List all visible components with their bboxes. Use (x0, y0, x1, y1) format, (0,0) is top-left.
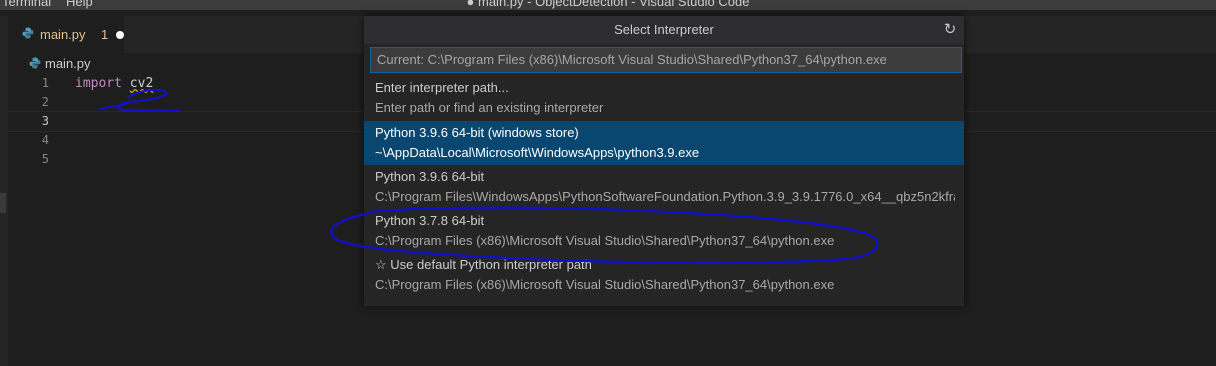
item-detail: C:\Program Files\WindowsApps\PythonSoftw… (375, 189, 955, 204)
refresh-icon[interactable]: ↻ (942, 22, 958, 38)
star-icon: ☆ (375, 257, 387, 272)
line-number: 5 (41, 152, 49, 166)
item-label: Python 3.7.8 64-bit (375, 213, 485, 228)
item-detail: ~\AppData\Local\Microsoft\WindowsApps\py… (375, 145, 700, 160)
tab-label: main.py (40, 27, 86, 42)
python-icon (29, 57, 41, 69)
line-number: 1 (41, 76, 49, 90)
quick-pick-header: Select Interpreter ↻ (364, 16, 964, 44)
line-number: 2 (41, 95, 49, 109)
keyword-import: import (75, 76, 122, 91)
python-icon (22, 27, 34, 39)
unsaved-dot-icon[interactable] (116, 31, 124, 39)
activity-strip (0, 53, 8, 366)
tab-main-py[interactable]: main.py 1 (8, 16, 124, 53)
code-text: import cv2 (75, 74, 153, 93)
interpreter-search-input[interactable]: Current: C:\Program Files (x86)\Microsof… (370, 47, 962, 73)
strip-marker (0, 193, 6, 213)
item-detail: Enter path or find an existing interpret… (375, 100, 604, 115)
item-detail: C:\Program Files (x86)\Microsoft Visual … (375, 277, 835, 292)
quick-pick-item-enter-path[interactable]: Enter interpreter path... Enter path or … (364, 76, 964, 120)
window-title: ● main.py - ObjectDetection - Visual Stu… (466, 0, 750, 9)
title-bar: Terminal Help ● main.py - ObjectDetectio… (0, 0, 1216, 10)
problem-count-badge: 1 (101, 27, 109, 42)
quick-pick-item-python-396-store[interactable]: Python 3.9.6 64-bit (windows store) ~\Ap… (364, 121, 964, 165)
quick-pick-item-python-396[interactable]: Python 3.9.6 64-bit C:\Program Files\Win… (364, 165, 964, 209)
item-label: Python 3.9.6 64-bit (windows store) (375, 125, 579, 140)
quick-pick-title: Select Interpreter (614, 22, 714, 37)
line-number: 4 (41, 133, 49, 147)
input-placeholder: Current: C:\Program Files (x86)\Microsof… (377, 52, 887, 67)
item-label: Python 3.9.6 64-bit (375, 169, 485, 184)
item-label-row: ☆ Use default Python interpreter path (375, 257, 592, 273)
item-label: Use default Python interpreter path (390, 257, 592, 272)
line-number: 3 (41, 114, 49, 128)
item-label: Enter interpreter path... (375, 80, 509, 95)
quick-pick-item-default-path[interactable]: ☆ Use default Python interpreter path C:… (364, 253, 964, 297)
item-detail: C:\Program Files (x86)\Microsoft Visual … (375, 233, 835, 248)
module-name: cv2 (129, 76, 154, 91)
select-interpreter-quick-pick: Select Interpreter ↻ Current: C:\Program… (364, 16, 964, 306)
breadcrumb-file: main.py (45, 56, 91, 71)
quick-pick-item-python-378[interactable]: Python 3.7.8 64-bit C:\Program Files (x8… (364, 209, 964, 253)
